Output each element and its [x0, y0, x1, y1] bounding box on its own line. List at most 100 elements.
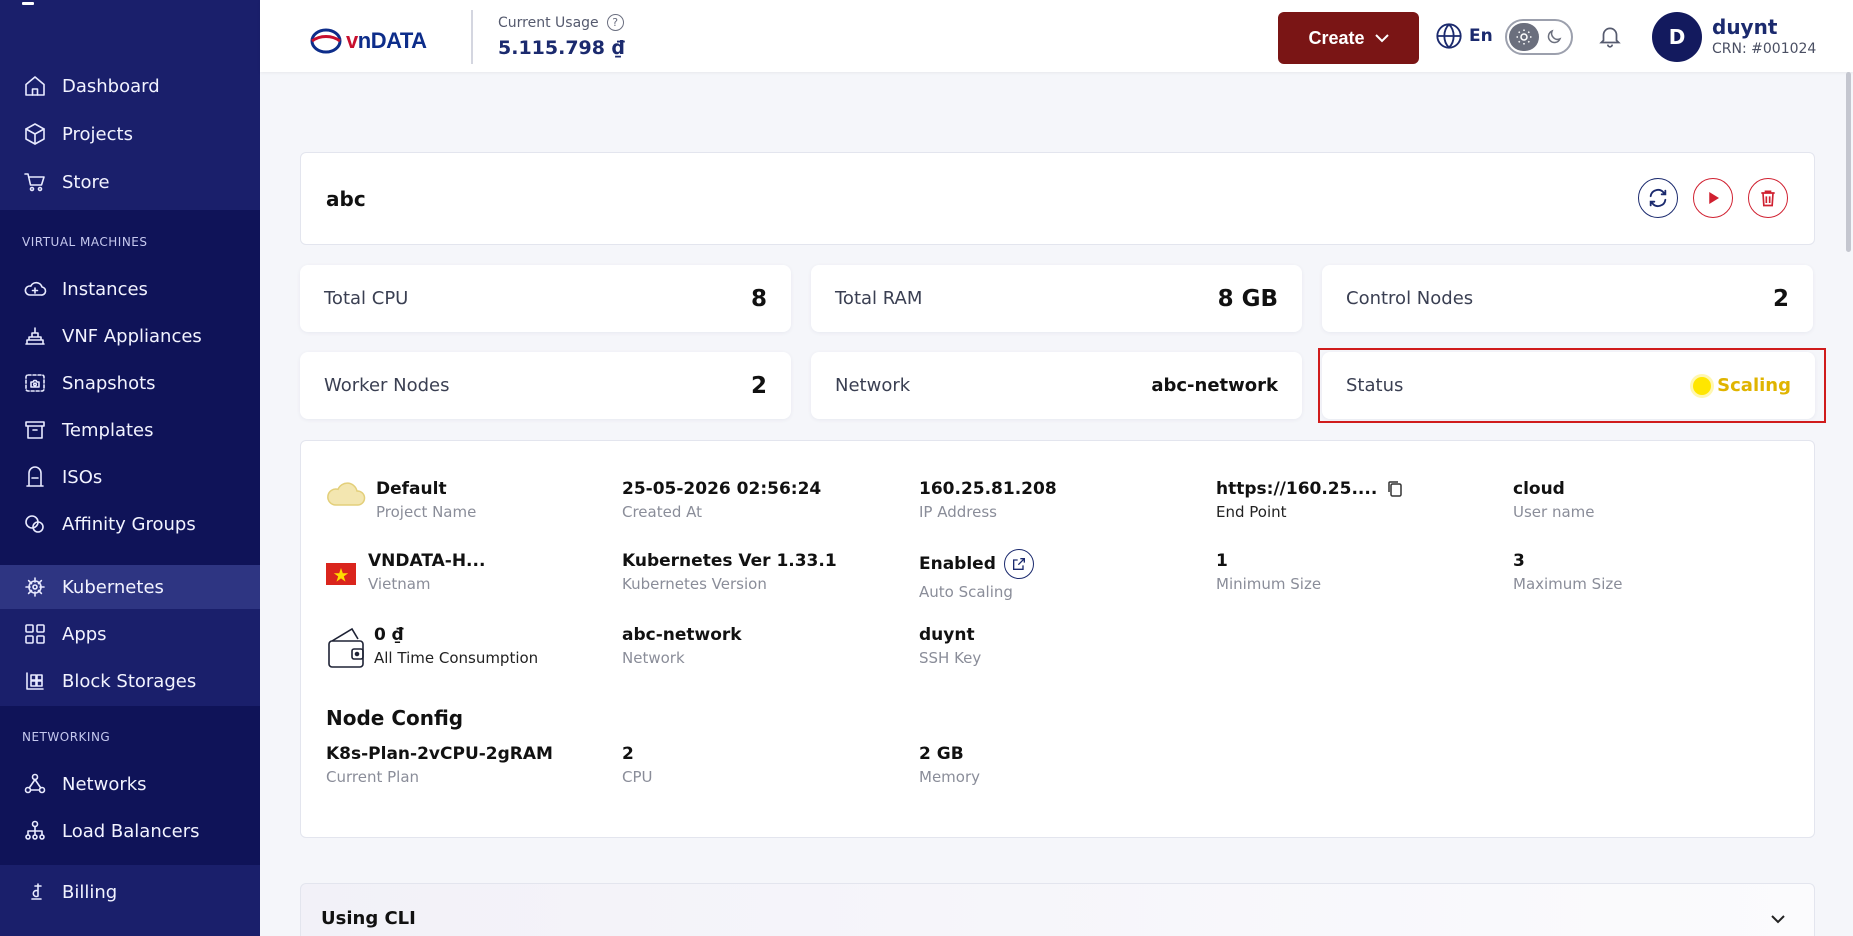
sidebar-item-vnf-appliances[interactable]: VNF Appliances	[0, 314, 260, 358]
sidebar-item-label: Networks	[62, 773, 147, 795]
chevron-down-icon[interactable]	[1770, 910, 1786, 929]
end-point-value: https://160.25....	[1216, 479, 1378, 499]
grid-icon	[22, 621, 48, 647]
cpu-field: 2 CPU	[622, 744, 653, 786]
home-icon	[22, 73, 48, 99]
sidebar: Dashboard Projects Store VIRTUAL MACHINE…	[0, 0, 260, 936]
logo-text: nDATA	[357, 28, 427, 53]
min-size-label: Minimum Size	[1216, 575, 1322, 593]
create-label: Create	[1308, 27, 1365, 48]
network-field: abc-network Network	[622, 625, 742, 667]
user-name[interactable]: duynt	[1712, 15, 1777, 39]
auto-scaling-field: Enabled Auto Scaling	[919, 549, 1034, 601]
ip-address-label: IP Address	[919, 503, 997, 521]
sidebar-item-label: Load Balancers	[62, 820, 200, 842]
language-switcher[interactable]: En	[1435, 22, 1493, 50]
sidebar-item-kubernetes[interactable]: Kubernetes	[0, 565, 260, 609]
circles-icon	[22, 511, 48, 537]
cluster-name: abc	[326, 187, 366, 211]
sidebar-item-templates[interactable]: Templates	[0, 408, 260, 452]
auto-scaling-value: Enabled	[919, 554, 996, 574]
created-at-label: Created At	[622, 503, 703, 521]
ip-address-value: 160.25.81.208	[919, 479, 1057, 499]
stat-value: 2	[1772, 285, 1789, 312]
stat-value: 8 GB	[1217, 285, 1278, 312]
using-cli-accordion[interactable]: Using CLI	[300, 883, 1815, 936]
max-size-field: 3 Maximum Size	[1513, 551, 1622, 593]
ip-address-field: 160.25.81.208 IP Address	[919, 479, 1057, 521]
memory-value: 2 GB	[919, 744, 964, 764]
stat-network: Network abc-network	[811, 352, 1302, 419]
sidebar-item-load-balancers[interactable]: Load Balancers	[0, 809, 260, 853]
sidebar-item-affinity-groups[interactable]: Affinity Groups	[0, 502, 260, 546]
delete-button[interactable]	[1748, 178, 1788, 218]
usage-label-text: Current Usage	[498, 14, 599, 31]
sidebar-toggle[interactable]	[22, 2, 34, 5]
sidebar-item-label: Store	[62, 171, 110, 193]
stat-label: Status	[1346, 375, 1404, 396]
status-value: Scaling	[1717, 375, 1791, 396]
start-button[interactable]	[1693, 178, 1733, 218]
sidebar-item-isos[interactable]: ISOs	[0, 455, 260, 499]
memory-field: 2 GB Memory	[919, 744, 980, 786]
ssh-key-value: duynt	[919, 625, 975, 645]
theme-toggle[interactable]	[1505, 19, 1573, 55]
cli-title: Using CLI	[321, 908, 416, 929]
stat-status: Status Scaling	[1322, 352, 1815, 419]
avatar[interactable]: D	[1652, 12, 1702, 62]
cube-icon	[22, 121, 48, 147]
sidebar-item-label: Instances	[62, 278, 148, 300]
vndata-logo[interactable]: vnDATA	[310, 24, 440, 58]
sidebar-item-instances[interactable]: Instances	[0, 267, 260, 311]
plan-value: K8s-Plan-2vCPU-2gRAM	[326, 744, 553, 764]
disc-icon	[22, 464, 48, 490]
stat-label: Network	[835, 375, 911, 396]
consumption-field: 0 ₫ All Time Consumption	[374, 625, 538, 667]
stat-total-ram: Total RAM 8 GB	[811, 265, 1302, 332]
stat-value: 8	[750, 285, 767, 312]
section-networking: NETWORKING	[22, 730, 111, 744]
sidebar-item-label: Kubernetes	[62, 576, 164, 598]
sidebar-item-label: Dashboard	[62, 75, 160, 97]
sidebar-item-label: Apps	[62, 623, 107, 645]
stat-label: Control Nodes	[1346, 288, 1474, 309]
globe-icon	[1436, 23, 1462, 49]
auto-scaling-label: Auto Scaling	[919, 583, 1013, 601]
help-icon[interactable]: ?	[606, 14, 624, 31]
edit-auto-scaling-button[interactable]	[1003, 549, 1034, 579]
sidebar-item-billing[interactable]: Billing	[0, 870, 260, 914]
sidebar-item-store[interactable]: Store	[0, 160, 260, 204]
stat-worker-nodes: Worker Nodes 2	[300, 352, 791, 419]
stat-control-nodes: Control Nodes 2	[1322, 265, 1813, 332]
logo-globe-icon	[310, 28, 342, 54]
k8s-version-field: Kubernetes Ver 1.33.1 Kubernetes Version	[622, 551, 837, 593]
sidebar-item-label: Billing	[62, 881, 118, 903]
archive-icon	[22, 417, 48, 443]
consumption-label: All Time Consumption	[374, 649, 539, 667]
user-name-field: cloud User name	[1513, 479, 1595, 521]
sidebar-item-networks[interactable]: Networks	[0, 762, 260, 806]
refresh-button[interactable]	[1638, 178, 1678, 218]
zone-value: VNDATA-H...	[368, 551, 486, 571]
cloud-icon	[326, 479, 368, 513]
stat-label: Total RAM	[835, 288, 923, 309]
sidebar-item-apps[interactable]: Apps	[0, 612, 260, 656]
sidebar-item-projects[interactable]: Projects	[0, 112, 260, 156]
page-scrollbar[interactable]	[1846, 72, 1851, 252]
bell-icon[interactable]	[1597, 22, 1623, 54]
sidebar-item-dashboard[interactable]: Dashboard	[0, 64, 260, 108]
sidebar-item-block-storages[interactable]: Block Storages	[0, 659, 260, 703]
language-label: En	[1469, 26, 1493, 46]
sidebar-item-snapshots[interactable]: Snapshots	[0, 361, 260, 405]
copy-icon[interactable]	[1387, 480, 1403, 498]
max-size-label: Maximum Size	[1513, 575, 1623, 593]
stat-value: abc-network	[1151, 375, 1278, 396]
cluster-title-card: abc	[300, 152, 1815, 245]
created-at-value: 25-05-2026 02:56:24	[622, 479, 822, 499]
stat-total-cpu: Total CPU 8	[300, 265, 791, 332]
wallet-icon	[326, 625, 366, 675]
sidebar-item-label: VNF Appliances	[62, 325, 202, 347]
create-button[interactable]: Create	[1278, 12, 1419, 64]
user-name-label: User name	[1513, 503, 1595, 521]
play-icon	[1709, 192, 1719, 204]
